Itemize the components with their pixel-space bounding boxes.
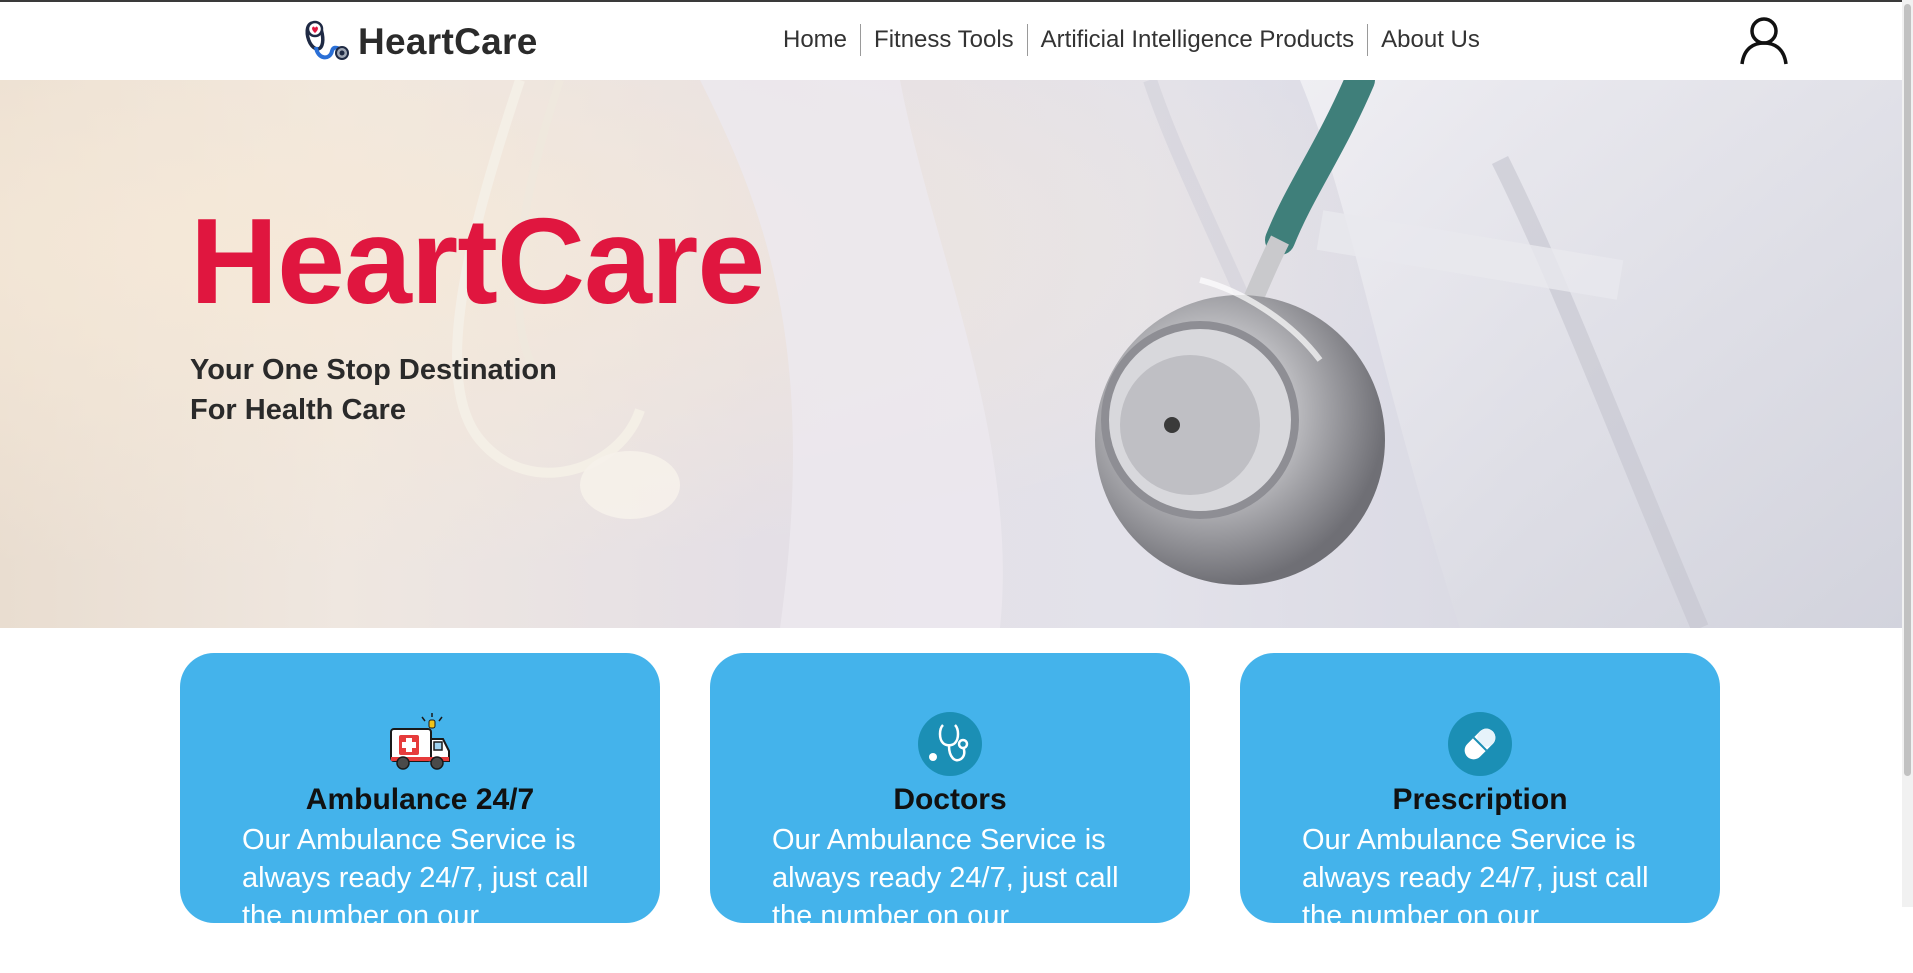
card-description: Our Ambulance Service is always ready 24… (1302, 824, 1649, 970)
navbar: HeartCare Home Fitness Tools Artificial … (0, 2, 1902, 80)
card-title: Prescription (1392, 783, 1568, 816)
nav-home[interactable]: Home (770, 24, 860, 56)
hero-title: HeartCare (190, 193, 765, 329)
ambulance-icon (390, 713, 450, 770)
service-card-prescription[interactable]: Prescription Our Ambulance Service is al… (1240, 653, 1720, 970)
user-icon[interactable] (1738, 14, 1790, 66)
nav-about-us[interactable]: About Us (1368, 24, 1493, 56)
hero-subtitle-line2: For Health Care (190, 394, 406, 426)
stethoscope-heart-icon (305, 20, 349, 60)
card-description: Our Ambulance Service is always ready 24… (242, 824, 589, 970)
service-card-doctors[interactable]: Doctors Our Ambulance Service is always … (710, 653, 1190, 970)
page-scrollbar[interactable] (1902, 0, 1913, 907)
stethoscope-icon (918, 712, 982, 776)
brand-logo[interactable]: HeartCare (302, 18, 538, 66)
pill-icon (1448, 712, 1512, 776)
service-card-ambulance[interactable]: Ambulance 24/7 Our Ambulance Service is … (180, 653, 660, 970)
card-title: Doctors (893, 783, 1007, 816)
brand-name: HeartCare (358, 21, 538, 62)
nav-fitness-tools[interactable]: Fitness Tools (861, 24, 1027, 56)
main-nav: Home Fitness Tools Artificial Intelligen… (770, 24, 1493, 56)
scrollbar-thumb[interactable] (1904, 4, 1911, 776)
hero-subtitle: Your One Stop Destination For Health Car… (190, 350, 710, 430)
nav-ai-products[interactable]: Artificial Intelligence Products (1028, 24, 1367, 56)
card-description: Our Ambulance Service is always ready 24… (772, 824, 1119, 970)
card-title: Ambulance 24/7 (305, 783, 535, 816)
hero-subtitle-line1: Your One Stop Destination (190, 354, 557, 386)
hero-banner: HeartCare Your One Stop Destination For … (0, 80, 1902, 628)
